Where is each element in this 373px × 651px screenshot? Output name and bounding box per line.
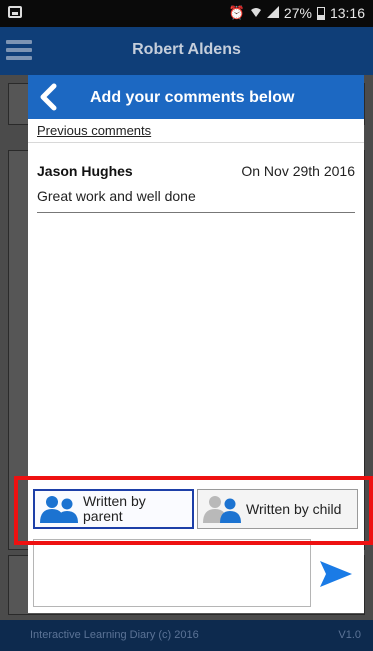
divider [28, 142, 364, 143]
battery-icon [316, 6, 325, 20]
wifi-icon [250, 6, 262, 21]
signal-icon [266, 5, 279, 21]
app-bar: Robert Aldens [0, 27, 373, 75]
send-arrow-icon[interactable] [318, 559, 354, 589]
writer-selector: Written by parent Written by child [28, 483, 364, 533]
parent-group-icon [40, 496, 78, 523]
written-by-parent-label: Written by parent [83, 493, 146, 524]
back-chevron-icon[interactable] [36, 83, 62, 111]
comments-dialog: Add your comments below Previous comment… [28, 75, 364, 613]
written-by-parent-button[interactable]: Written by parent [33, 489, 194, 529]
comment-item: Jason Hughes On Nov 29th 2016 Great work… [37, 163, 355, 213]
comment-input[interactable] [34, 540, 310, 606]
dialog-header: Add your comments below [28, 75, 364, 119]
alarm-icon: ⏰ [228, 5, 245, 20]
comment-author: Jason Hughes [37, 163, 133, 179]
clock: 13:16 [329, 5, 365, 21]
dialog-title: Add your comments below [90, 89, 295, 106]
comment-date: On Nov 29th 2016 [241, 163, 355, 179]
footer-copyright: Interactive Learning Diary (c) 2016 [30, 629, 199, 641]
battery-percent: 27% [283, 5, 312, 21]
comment-input-box [33, 539, 311, 607]
footer: Interactive Learning Diary (c) 2016 V1.0 [0, 620, 373, 651]
child-group-icon [203, 496, 241, 523]
status-indicators: ⏰ 27% 13:16 [229, 5, 365, 21]
app-title: Robert Aldens [132, 41, 241, 58]
written-by-child-label: Written by child [246, 500, 342, 517]
previous-comments-link[interactable]: Previous comments [37, 123, 151, 138]
comment-text: Great work and well done [37, 188, 196, 204]
status-bar: ⏰ 27% 13:16 [0, 0, 373, 27]
written-by-child-button[interactable]: Written by child [197, 489, 358, 529]
footer-version: V1.0 [338, 629, 361, 641]
gallery-notification-icon [8, 6, 22, 18]
